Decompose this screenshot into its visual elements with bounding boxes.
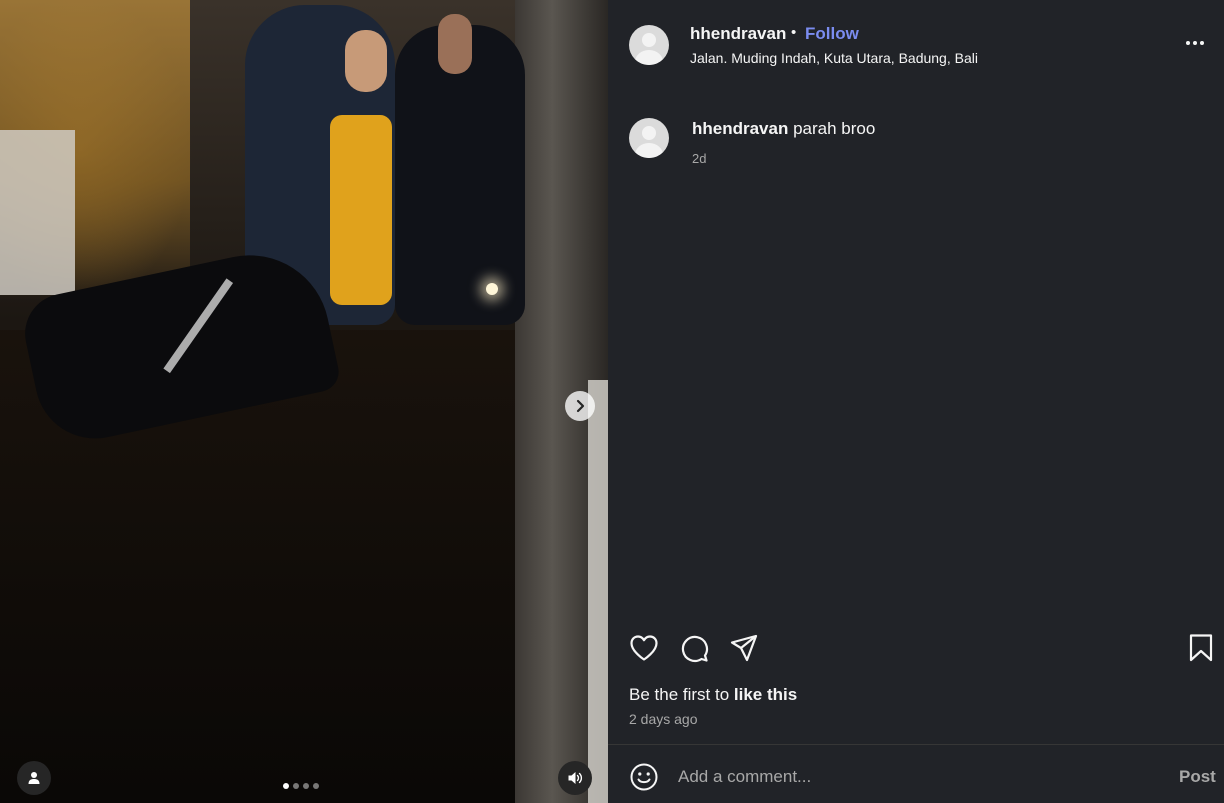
commenter-avatar[interactable]	[629, 118, 669, 158]
carousel-dot	[293, 783, 299, 789]
speaker-icon	[568, 772, 583, 784]
carousel-dots	[283, 783, 319, 789]
scene-light	[486, 283, 498, 295]
audio-toggle-button[interactable]	[558, 761, 592, 795]
emoji-button[interactable]	[628, 761, 660, 793]
more-horizontal-icon	[1186, 41, 1190, 45]
scene-cabinet	[0, 130, 75, 295]
post-timestamp[interactable]: 2 days ago	[629, 711, 698, 727]
save-button[interactable]	[1185, 632, 1217, 664]
post-location[interactable]: Jalan. Muding Indah, Kuta Utara, Badung,…	[690, 50, 978, 66]
smiley-icon	[630, 763, 658, 791]
commenter-username[interactable]: hhendravan	[692, 119, 788, 138]
comment-bubble-icon	[681, 635, 708, 662]
likes-summary: Be the first to like this	[629, 685, 797, 705]
scene-yellow-shirt	[330, 115, 392, 305]
author-avatar[interactable]	[629, 25, 669, 65]
carousel-dot	[313, 783, 319, 789]
more-horizontal-icon-dot	[1193, 41, 1197, 45]
user-tag-icon	[28, 772, 40, 784]
heart-icon	[630, 635, 658, 661]
author-username[interactable]: hhendravan	[690, 24, 786, 44]
comment-timestamp[interactable]: 2d	[692, 151, 706, 166]
comment-input[interactable]	[678, 760, 1158, 794]
comment-body: hhendravan parah broo	[692, 119, 875, 139]
like-this-link[interactable]: like this	[734, 685, 797, 704]
scene-face-right	[438, 14, 472, 74]
more-horizontal-icon-dot	[1200, 41, 1204, 45]
more-options-button[interactable]	[1186, 36, 1212, 50]
scene-face-left	[345, 30, 387, 92]
chevron-right-icon	[576, 399, 585, 413]
send-icon	[730, 634, 758, 662]
carousel-dot	[283, 783, 289, 789]
likes-prefix: Be the first to	[629, 685, 730, 704]
tagged-users-button[interactable]	[17, 761, 51, 795]
comment-text: parah broo	[793, 119, 876, 138]
like-button[interactable]	[628, 632, 660, 664]
composer-divider	[608, 744, 1224, 745]
next-slide-button[interactable]	[565, 391, 595, 421]
scene-stripe	[588, 380, 608, 803]
post-comment-button[interactable]: Post	[1179, 767, 1216, 787]
comment-button[interactable]	[678, 632, 710, 664]
post-media[interactable]	[0, 0, 608, 803]
follow-button[interactable]: Follow	[805, 24, 859, 44]
post-details-panel: hhendravan • Follow Jalan. Muding Indah,…	[608, 0, 1224, 803]
share-button[interactable]	[728, 632, 760, 664]
header-separator: •	[791, 24, 797, 41]
bookmark-icon	[1189, 634, 1213, 662]
carousel-dot	[303, 783, 309, 789]
